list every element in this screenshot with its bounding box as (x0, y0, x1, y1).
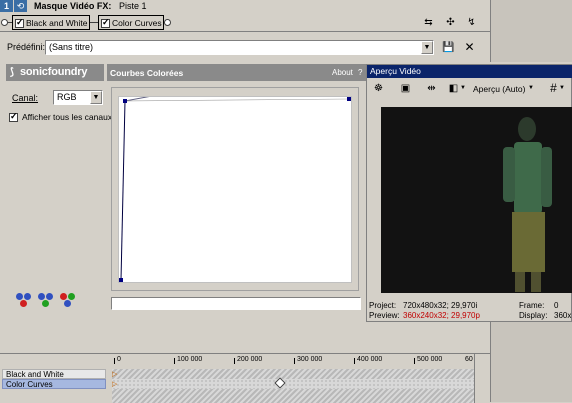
plugin-name: Courbes Colorées (110, 68, 184, 78)
preview-quality-dropdown[interactable]: Aperçu (Auto) (473, 84, 525, 94)
chain-connector (90, 22, 98, 23)
preset-row: Prédéfini: (Sans titre) ▼ 💾 ✕ (0, 37, 490, 59)
timeline-vertical-scrollbar[interactable] (474, 354, 490, 403)
properties-icon[interactable]: ☸ (372, 82, 385, 95)
chevron-down-icon[interactable]: ▼ (559, 85, 565, 91)
preview-info: Project: 720x480x32; 29,970i Preview: 36… (369, 301, 572, 323)
ruler-label: 60 (465, 356, 473, 363)
track-number: 1 (0, 0, 13, 12)
plugin-header: ⟆ sonicfoundry Courbes Colorées About ? (6, 64, 370, 81)
display-label: Display: (519, 311, 548, 320)
video-figure-image (503, 117, 552, 292)
rgb-dot-icon[interactable] (46, 293, 53, 300)
sonicfoundry-logo-icon: ⟆ (10, 67, 14, 78)
black-and-white-checkbox[interactable] (15, 17, 24, 29)
timeline-panel: 0 100 000 200 000 300 000 400 000 500 00… (0, 353, 490, 403)
save-preset-icon[interactable]: 💾 (442, 41, 455, 54)
chevron-down-icon[interactable]: ▼ (528, 85, 534, 91)
preview-title-bar: Aperçu Vidéo (367, 65, 572, 78)
curve-canvas[interactable] (118, 96, 352, 283)
show-all-channels-checkbox[interactable] (9, 111, 18, 123)
link-icon: ⟲ (14, 0, 27, 12)
right-scroll-area (490, 0, 572, 62)
timeline-track-color-curves[interactable]: Color Curves (2, 379, 106, 389)
brand-logo: sonicfoundry (20, 66, 88, 78)
start-keyframe-icon[interactable]: ▷ (112, 380, 117, 388)
rgb-dot-icon[interactable] (24, 293, 31, 300)
preview-side-strip (490, 322, 572, 402)
external-monitor-icon[interactable]: ▣ (399, 82, 412, 95)
fx-chain-bar: Black and White Color Curves ⇆ ✣ ↯ (0, 13, 490, 32)
rgb-dot-icon[interactable] (20, 300, 27, 307)
ruler-label: 500 000 (417, 356, 443, 363)
color-curves-checkbox[interactable] (101, 17, 110, 29)
timeline-lane-1[interactable] (112, 369, 474, 379)
curve-editor-frame (111, 87, 359, 291)
channel-controls: Canal: RGB ▼ Afficher tous les canaux (6, 81, 112, 351)
chevron-down-icon[interactable]: ▼ (421, 41, 433, 54)
ruler-label: 100 000 (177, 356, 203, 363)
preset-dropdown[interactable]: (Sans titre) ▼ (45, 40, 434, 55)
header-divider (104, 64, 107, 81)
channel-select[interactable]: RGB ▼ (53, 90, 103, 105)
preview-toolbar: ☸ ▣ ⇹ ◧ ▼ Aperçu (Auto) ▼ # ▼ (367, 79, 572, 99)
video-frame (381, 107, 572, 293)
video-preview-window: Aperçu Vidéo ☸ ▣ ⇹ ◧ ▼ Aperçu (Auto) ▼ #… (366, 64, 572, 322)
start-keyframe-icon[interactable]: ▷ (112, 370, 117, 378)
overlays-icon[interactable]: ◧ (447, 82, 460, 95)
chain-end-node (164, 19, 171, 26)
fx-track-name: Piste 1 (119, 1, 147, 11)
preview-label: Preview: (369, 311, 400, 320)
rgb-dot-icon[interactable] (64, 300, 71, 307)
chevron-down-icon[interactable]: ▼ (460, 85, 466, 91)
rgb-dot-icon[interactable] (60, 293, 67, 300)
ruler-label: 400 000 (357, 356, 383, 363)
chevron-down-icon[interactable]: ▼ (90, 91, 102, 104)
chain-item-label: Color Curves (112, 18, 162, 28)
chain-item-black-and-white[interactable]: Black and White (12, 15, 90, 30)
plugin-chain-icon[interactable]: ⇆ (422, 16, 435, 29)
rgb-dot-icon[interactable] (16, 293, 23, 300)
channel-label: Canal: (12, 93, 39, 103)
ruler-label: 0 (117, 356, 121, 363)
show-all-channels-label: Afficher tous les canaux (22, 112, 113, 122)
track-label: Black and White (6, 370, 64, 379)
delete-preset-icon[interactable]: ✕ (463, 41, 476, 54)
help-link[interactable]: ? (358, 68, 362, 77)
rgb-dot-icon[interactable] (42, 300, 49, 307)
about-link[interactable]: About (332, 68, 353, 77)
ruler-label: 300 000 (297, 356, 323, 363)
chain-item-color-curves[interactable]: Color Curves (98, 15, 164, 30)
preset-label: Prédéfini: (7, 42, 46, 52)
project-label: Project: (369, 301, 397, 310)
rgb-channel-icons (16, 291, 86, 311)
preset-value: (Sans titre) (49, 42, 94, 52)
rgb-dot-icon[interactable] (68, 293, 75, 300)
preview-title: Aperçu Vidéo (370, 66, 421, 76)
rgb-dot-icon[interactable] (38, 293, 45, 300)
fx-window-title: Masque Vidéo FX: (34, 1, 112, 11)
split-screen-icon[interactable]: ⇹ (425, 82, 438, 95)
preview-value: 360x240x32; 29,970p (403, 311, 480, 320)
curve-graph (119, 97, 351, 282)
track-label: Color Curves (6, 380, 53, 389)
timeline-lane-3 (112, 389, 474, 403)
chain-start-node (1, 19, 8, 26)
ruler-label: 200 000 (237, 356, 263, 363)
display-value: 360x (554, 311, 572, 320)
channel-value: RGB (57, 92, 77, 102)
timeline-track-black-and-white[interactable]: Black and White (2, 369, 106, 379)
project-value: 720x480x32; 29,970i (403, 301, 478, 310)
chain-item-label: Black and White (26, 18, 88, 28)
plugin-options-icon[interactable]: ↯ (465, 16, 478, 29)
timeline-ruler: 0 100 000 200 000 300 000 400 000 500 00… (112, 356, 490, 368)
fx-title-bar: 1 ⟲ Masque Vidéo FX: Piste 1 (0, 0, 572, 13)
frame-label: Frame: (519, 301, 545, 310)
remove-plugin-icon[interactable]: ✣ (444, 16, 457, 29)
frame-value: 0 (554, 301, 559, 310)
curve-coordinates-field[interactable] (111, 297, 361, 310)
timeline-lane-2[interactable] (112, 379, 474, 389)
